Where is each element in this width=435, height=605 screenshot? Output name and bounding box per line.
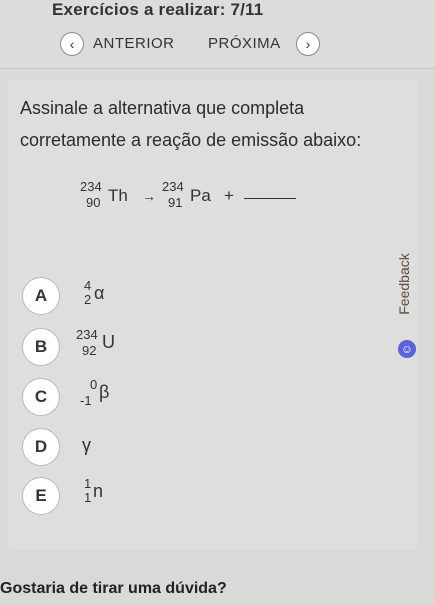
option-a[interactable]: A 4 2 α — [22, 277, 222, 317]
product-mass-number: 234 — [162, 179, 184, 194]
chevron-left-icon[interactable]: ‹ — [60, 32, 84, 56]
smile-icon[interactable]: ☺ — [398, 340, 416, 358]
option-b[interactable]: B 234 92 U — [22, 328, 222, 368]
option-letter[interactable]: A — [22, 277, 60, 315]
reactant-atomic-number: 90 — [86, 195, 101, 210]
option-atomic-number: 92 — [82, 343, 97, 358]
product-atomic-number: 91 — [168, 195, 183, 210]
option-atomic-number: 2 — [84, 292, 92, 307]
top-bar: Exercícios a realizar: 7/11 ‹ ANTERIOR P… — [0, 0, 435, 68]
reactant-symbol: Th — [108, 186, 128, 205]
feedback-label[interactable]: Feedback — [392, 232, 416, 336]
option-content[interactable]: 0 -1 β — [72, 378, 192, 418]
option-letter[interactable]: B — [22, 328, 60, 366]
option-letter[interactable]: C — [22, 378, 60, 416]
option-c[interactable]: C 0 -1 β — [22, 378, 222, 418]
option-content[interactable]: 234 92 U — [72, 328, 192, 368]
nuclear-reaction: 234 90 Th → 234 91 Pa + — [80, 180, 300, 214]
option-atomic-number: -1 — [80, 393, 92, 408]
option-content[interactable]: γ — [72, 428, 192, 468]
answer-blank — [244, 198, 296, 199]
option-content[interactable]: 1 1 n — [72, 477, 192, 517]
option-mass-number: 0 — [90, 377, 98, 392]
question-text: Assinale a alternativa que completa corr… — [20, 98, 362, 150]
header-divider — [0, 68, 435, 69]
option-d[interactable]: D γ — [22, 428, 222, 468]
option-symbol: γ — [82, 435, 91, 455]
option-symbol: n — [93, 481, 104, 501]
option-atomic-number: 1 — [84, 490, 92, 505]
previous-button[interactable]: ANTERIOR — [93, 35, 175, 52]
feedback-tab[interactable]: Feedback — [392, 232, 416, 336]
exercise-progress-title: Exercícios a realizar: 7/11 — [52, 0, 264, 19]
reaction-arrow: → — [142, 188, 156, 204]
option-content[interactable]: 4 2 α — [72, 277, 192, 317]
help-question-text[interactable]: Gostaria de tirar uma dúvida? — [0, 580, 227, 598]
option-symbol: α — [94, 283, 105, 303]
reaction-plus: + — [224, 186, 234, 205]
chevron-right-icon[interactable]: › — [296, 32, 320, 56]
option-mass-number: 234 — [76, 327, 98, 342]
question-navigation: ‹ ANTERIOR PRÓXIMA › — [0, 30, 435, 58]
product-symbol: Pa — [190, 186, 211, 205]
option-symbol: U — [102, 332, 115, 352]
option-letter[interactable]: E — [22, 477, 60, 515]
option-mass-number: 4 — [84, 278, 92, 293]
option-letter[interactable]: D — [22, 428, 60, 466]
option-e[interactable]: E 1 1 n — [22, 477, 222, 517]
option-symbol: β — [99, 382, 110, 402]
reactant-mass-number: 234 — [80, 179, 102, 194]
next-button[interactable]: PRÓXIMA — [208, 35, 281, 52]
option-mass-number: 1 — [84, 476, 92, 491]
